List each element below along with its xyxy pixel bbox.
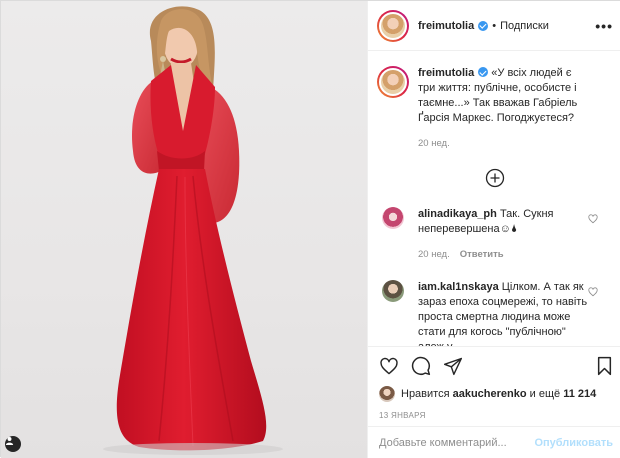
share-paper-plane-icon[interactable]	[443, 356, 463, 376]
more-options-icon[interactable]: •••	[595, 18, 613, 34]
comments-list[interactable]: freimutolia «У всіх людей є три життя: п…	[368, 51, 620, 346]
caption-username[interactable]: freimutolia	[418, 67, 474, 79]
verified-badge-icon	[478, 20, 489, 31]
caption-avatar[interactable]	[377, 66, 409, 98]
following-button[interactable]: Подписки	[500, 20, 549, 32]
comment-username[interactable]: alinadikaya_ph	[418, 208, 497, 220]
comment-item: iam.kal1nskaya Цілком. А так як зараз еп…	[377, 280, 612, 346]
comment-username[interactable]: iam.kal1nskaya	[418, 281, 499, 293]
comment-bubble-icon[interactable]	[411, 356, 431, 376]
author-avatar[interactable]	[377, 9, 409, 42]
caption: freimutolia «У всіх людей є три життя: п…	[377, 66, 612, 151]
caption-age[interactable]: 20 нед.	[418, 138, 450, 149]
comment-age[interactable]: 20 нед.	[418, 249, 450, 260]
commenter-avatar[interactable]	[382, 280, 404, 302]
author-username[interactable]: freimutolia	[418, 20, 474, 32]
add-comment-bar: Добавьте комментарий... Опубликовать	[368, 426, 620, 458]
likes-prefix: Нравится	[401, 388, 450, 400]
separator-dot: •	[492, 19, 497, 32]
add-comment-input[interactable]: Добавьте комментарий...	[379, 437, 507, 449]
post-header: freimutolia • Подписки •••	[368, 1, 620, 51]
post-side-panel: freimutolia • Подписки ••• freimutolia «…	[367, 1, 620, 458]
liker-username[interactable]: aakucherenko	[453, 388, 527, 400]
likes-joiner: и ещё	[529, 388, 561, 400]
verified-badge-icon	[478, 67, 489, 77]
publish-button[interactable]: Опубликовать	[534, 437, 613, 449]
likes-count[interactable]: 11 214	[563, 388, 596, 400]
post-photo[interactable]	[1, 1, 367, 458]
tagged-user-icon[interactable]	[5, 436, 21, 452]
reply-button[interactable]: Ответить	[460, 249, 504, 260]
post-date[interactable]: 13 ЯНВАРЯ	[379, 411, 613, 420]
load-more-comments-button[interactable]	[377, 168, 612, 188]
like-comment-heart-icon[interactable]	[588, 214, 598, 224]
commenter-avatar[interactable]	[382, 207, 404, 229]
instagram-post: freimutolia • Подписки ••• freimutolia «…	[0, 0, 620, 458]
liker-avatar[interactable]	[379, 386, 395, 402]
like-heart-icon[interactable]	[379, 357, 399, 376]
like-comment-heart-icon[interactable]	[588, 287, 598, 297]
comment-item: alinadikaya_ph Так. Сукня неперевершена☺…	[377, 207, 612, 262]
woman-in-red-dress-image	[103, 6, 283, 455]
post-actions: Нравится aakucherenko и ещё 11 214 13 ЯН…	[368, 346, 620, 420]
plus-circle-icon	[485, 168, 504, 188]
bookmark-icon[interactable]	[596, 356, 613, 376]
likes-summary: Нравится aakucherenko и ещё 11 214	[379, 386, 613, 402]
